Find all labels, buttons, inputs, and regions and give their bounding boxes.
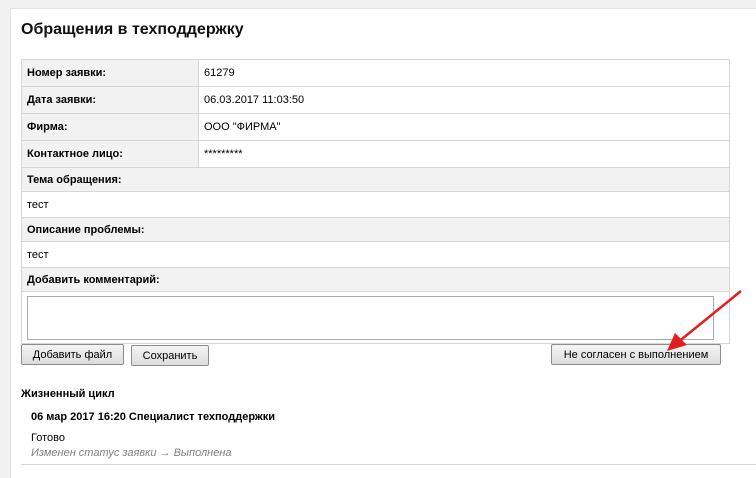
subject-value: тест bbox=[21, 191, 730, 218]
lifecycle-title: Жизненный цикл bbox=[21, 388, 115, 400]
ticket-details-table: Номер заявки: 61279 Дата заявки: 06.03.2… bbox=[21, 59, 730, 344]
page-title: Обращения в техподдержку bbox=[21, 21, 244, 38]
description-value: тест bbox=[21, 241, 730, 268]
ticket-date-label: Дата заявки: bbox=[21, 86, 199, 114]
add-file-button[interactable]: Добавить файл bbox=[21, 344, 124, 365]
comment-cell bbox=[21, 291, 730, 344]
comment-label: Добавить комментарий: bbox=[21, 267, 730, 292]
contact-value: ********* bbox=[198, 140, 730, 168]
event-header: 06 мар 2017 16:20 Специалист техподдержк… bbox=[31, 411, 275, 423]
subject-label: Тема обращения: bbox=[21, 167, 730, 192]
ticket-row-company: Фирма: ООО "ФИРМА" bbox=[21, 113, 730, 141]
ticket-row-number: Номер заявки: 61279 bbox=[21, 59, 730, 87]
contact-label: Контактное лицо: bbox=[21, 140, 199, 168]
company-value: ООО "ФИРМА" bbox=[198, 113, 730, 141]
comment-header-row: Добавить комментарий: bbox=[21, 267, 730, 292]
description-value-row: тест bbox=[21, 241, 730, 268]
comment-textarea[interactable] bbox=[27, 295, 714, 340]
ticket-number-label: Номер заявки: bbox=[21, 59, 199, 87]
ticket-date-value: 06.03.2017 11:03:50 bbox=[198, 86, 730, 114]
subject-header-row: Тема обращения: bbox=[21, 167, 730, 192]
lifecycle-event: 06 мар 2017 16:20 Специалист техподдержк… bbox=[21, 405, 756, 465]
event-status-change: Изменен статус заявки → Выполнена bbox=[31, 447, 232, 459]
description-header-row: Описание проблемы: bbox=[21, 217, 730, 242]
event-status: Готово bbox=[31, 432, 65, 444]
ticket-number-value: 61279 bbox=[198, 59, 730, 87]
company-label: Фирма: bbox=[21, 113, 199, 141]
subject-value-row: тест bbox=[21, 191, 730, 218]
ticket-row-date: Дата заявки: 06.03.2017 11:03:50 bbox=[21, 86, 730, 114]
ticket-row-contact: Контактное лицо: ********* bbox=[21, 140, 730, 168]
comment-input-row bbox=[21, 291, 730, 344]
content-panel: Обращения в техподдержку Номер заявки: 6… bbox=[10, 8, 756, 478]
save-button[interactable]: Сохранить bbox=[131, 345, 209, 366]
annotation-arrow-icon bbox=[667, 290, 742, 351]
description-label: Описание проблемы: bbox=[21, 217, 730, 242]
